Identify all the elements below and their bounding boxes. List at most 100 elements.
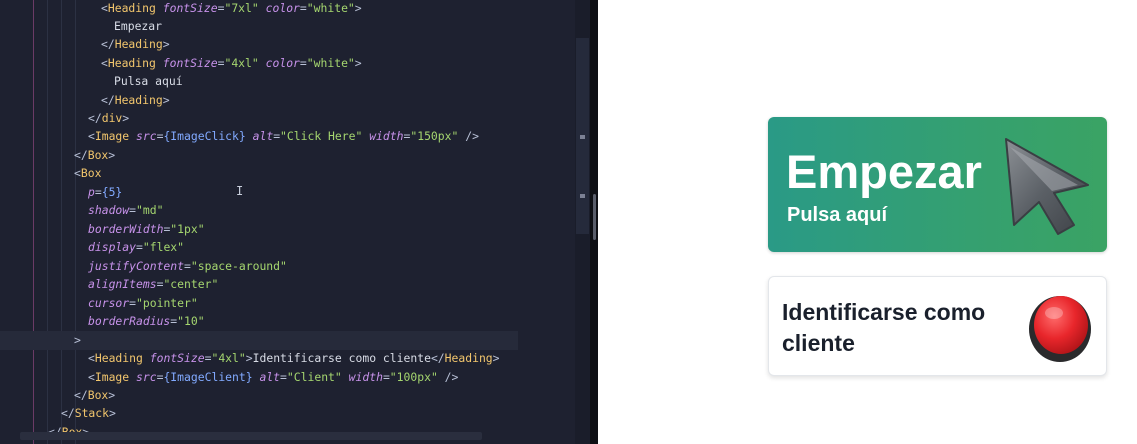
code-token: < — [88, 370, 95, 384]
code-token: "white" — [306, 56, 355, 70]
code-token: > — [74, 333, 81, 347]
code-token: Box — [87, 388, 109, 402]
code-token: = — [299, 56, 307, 70]
code-token: Box — [80, 166, 102, 180]
code-line[interactable]: p={5} — [0, 183, 122, 202]
code-token: > — [108, 388, 116, 402]
code-line[interactable]: <Image src={ImageClick} alt="Click Here"… — [0, 127, 479, 146]
code-token: = — [129, 296, 137, 310]
code-token: src — [136, 129, 157, 143]
code-token: "space-around" — [190, 259, 287, 273]
code-token: alignItems — [88, 277, 157, 291]
code-token: "1px" — [170, 222, 205, 236]
code-token: /> — [444, 370, 459, 384]
code-token: "4xl" — [224, 56, 259, 70]
code-line[interactable]: cursor="pointer" — [0, 294, 198, 313]
code-token: shadow — [88, 203, 130, 217]
code-token: < — [88, 129, 95, 143]
code-line[interactable]: Empezar — [0, 17, 162, 36]
pane-divider[interactable] — [590, 0, 598, 444]
code-token: > — [108, 148, 116, 162]
start-subheading: Pulsa aquí — [787, 204, 888, 226]
code-token: = — [280, 370, 287, 384]
code-token: > — [122, 111, 130, 125]
code-token: Pulsa aquí — [114, 74, 183, 88]
code-line[interactable]: > — [0, 331, 518, 350]
divider-grip[interactable] — [593, 194, 596, 240]
code-token: > — [162, 93, 170, 107]
start-heading: Empezar — [786, 145, 982, 198]
code-token: = — [382, 370, 390, 384]
code-line[interactable]: Pulsa aquí — [0, 72, 183, 91]
code-token: > — [109, 406, 116, 420]
horizontal-scrollbar[interactable] — [20, 432, 482, 440]
code-editor[interactable]: <Heading fontSize="7xl" color="white"> Em… — [0, 0, 590, 444]
code-token: Box — [87, 148, 109, 162]
code-line[interactable]: shadow="md" — [0, 201, 163, 220]
code-token: "center" — [163, 277, 219, 291]
code-token: Stack — [74, 406, 110, 420]
client-card[interactable]: Identificarse como cliente — [768, 276, 1107, 376]
code-line[interactable]: </Heading> — [0, 91, 170, 110]
code-line[interactable]: <Heading fontSize="4xl">Identificarse co… — [0, 349, 500, 368]
code-token: fontSize — [149, 351, 205, 365]
code-token: display — [88, 240, 137, 254]
code-token: </ — [101, 37, 115, 51]
code-token: = — [299, 1, 307, 15]
code-line[interactable]: </div> — [0, 109, 129, 128]
code-token: p — [88, 185, 95, 199]
code-line[interactable]: borderWidth="1px" — [0, 220, 205, 239]
code-token: < — [101, 56, 108, 70]
code-token: </ — [430, 351, 445, 365]
code-token: cursor — [88, 296, 130, 310]
code-line[interactable]: justifyContent="space-around" — [0, 257, 287, 276]
code-token: = — [129, 203, 137, 217]
code-token: "Client" — [286, 370, 342, 384]
code-token: Image — [94, 129, 130, 143]
code-token: > — [354, 56, 362, 70]
code-line[interactable]: </Heading> — [0, 35, 170, 54]
code-line[interactable]: display="flex" — [0, 238, 184, 257]
code-token: > — [492, 351, 500, 365]
code-token: borderRadius — [88, 314, 171, 328]
code-token: "pointer" — [136, 296, 198, 310]
code-token: </ — [61, 406, 75, 420]
code-token: fontSize — [162, 1, 218, 15]
code-token: = — [94, 185, 102, 199]
code-token: {5} — [101, 185, 123, 199]
code-token: justifyContent — [88, 259, 185, 273]
code-token: Identificarse como cliente — [252, 351, 431, 365]
code-token: < — [88, 351, 95, 365]
code-token: alt — [252, 129, 274, 143]
code-line[interactable]: <Heading fontSize="4xl" color="white"> — [0, 54, 362, 73]
code-line[interactable]: alignItems="center" — [0, 275, 218, 294]
code-line[interactable]: <Box — [0, 164, 101, 183]
code-line[interactable]: <Image src={ImageClient} alt="Client" wi… — [0, 368, 458, 387]
code-token: color — [265, 1, 300, 15]
code-line[interactable]: borderRadius="10" — [0, 312, 205, 331]
code-line[interactable]: <Heading fontSize="7xl" color="white"> — [0, 0, 362, 18]
code-token: = — [136, 240, 143, 254]
code-token: {ImageClick} — [163, 129, 246, 143]
code-line[interactable]: </Box> — [0, 146, 115, 165]
editor-scrollbar[interactable] — [575, 0, 590, 444]
scrollbar-marker — [580, 194, 585, 198]
start-card[interactable]: Empezar Pulsa aquí — [768, 117, 1107, 252]
code-token: width — [369, 129, 404, 143]
code-line[interactable]: </Stack> — [0, 404, 116, 423]
code-token: </ — [74, 388, 88, 402]
code-line[interactable]: </Box> — [0, 386, 115, 405]
code-token: Heading — [107, 56, 156, 70]
red-push-button-icon — [1029, 296, 1091, 362]
code-token: Heading — [444, 351, 493, 365]
code-token: src — [136, 370, 157, 384]
code-token: "white" — [306, 1, 355, 15]
code-area[interactable]: <Heading fontSize="7xl" color="white"> Em… — [0, 0, 575, 444]
code-token: "Click Here" — [280, 129, 363, 143]
